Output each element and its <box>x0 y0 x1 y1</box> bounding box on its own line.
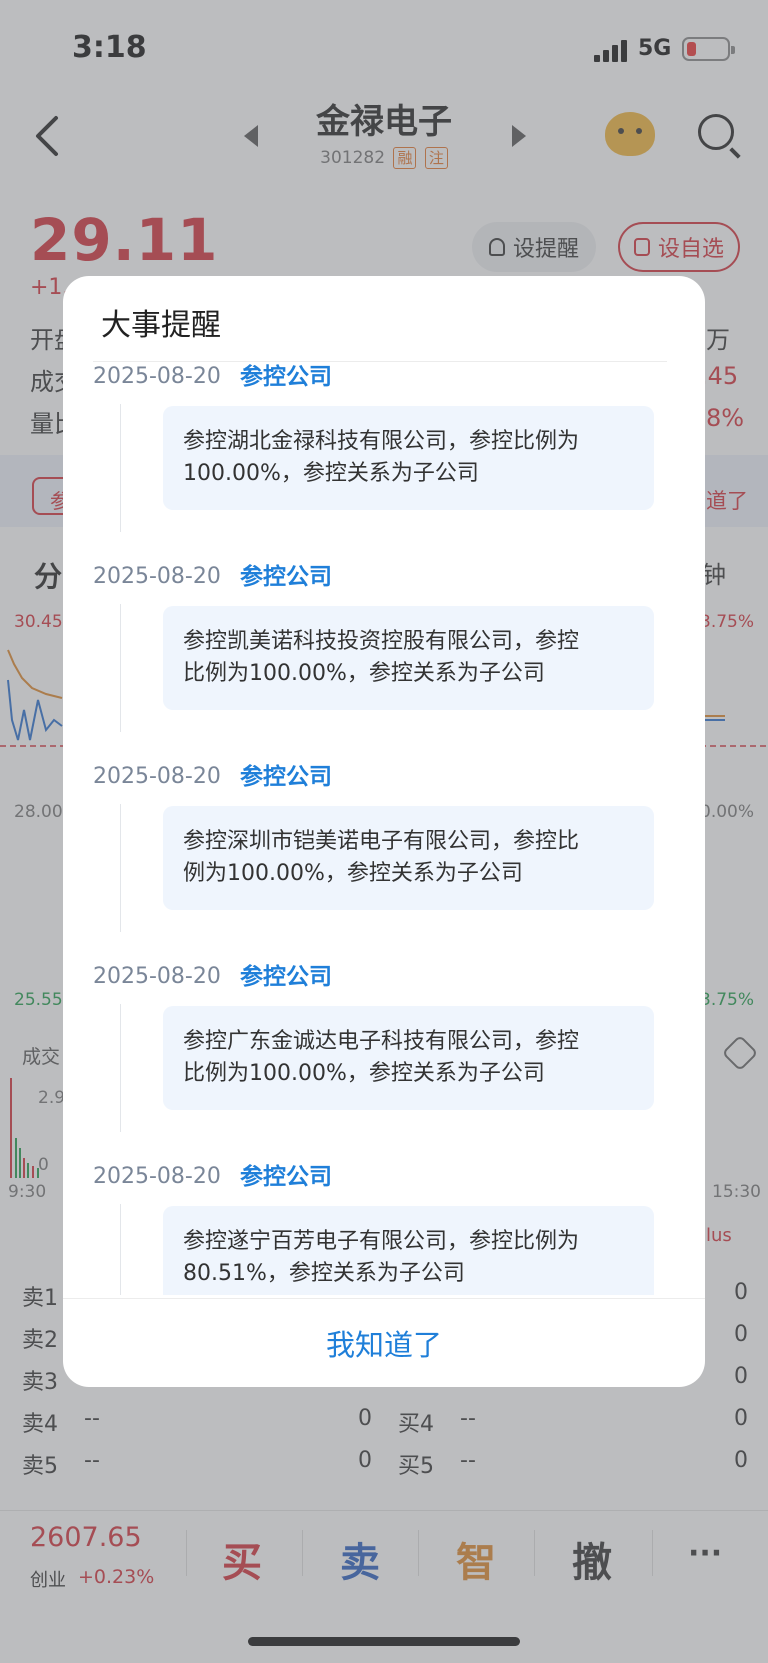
event-type: 参控公司 <box>240 1164 332 1190</box>
event-card: 参控广东金诚达电子科技有限公司，参控 比例为100.00%，参控关系为子公司 <box>163 1006 654 1110</box>
event-card: 参控深圳市铠美诺电子有限公司，参控比 例为100.00%，参控关系为子公司 <box>163 806 654 910</box>
event-card: 参控湖北金禄科技有限公司，参控比例为 100.00%，参控关系为子公司 <box>163 406 654 510</box>
dismiss-button[interactable]: 我知道了 <box>63 1299 705 1387</box>
event-type: 参控公司 <box>240 964 332 990</box>
event-list[interactable]: 2025-08-20 参控公司 参控湖北金禄科技有限公司，参控比例为 100.0… <box>63 362 705 1295</box>
timeline-line <box>120 604 121 732</box>
event-card: 参控遂宁百芳电子有限公司，参控比例为 80.51%，参控关系为子公司 <box>163 1206 654 1295</box>
timeline-line <box>120 804 121 932</box>
event-item: 2025-08-20 参控公司 参控深圳市铠美诺电子有限公司，参控比 例为100… <box>63 762 705 962</box>
event-date: 2025-08-20 <box>93 364 221 389</box>
timeline-line <box>120 404 121 532</box>
event-text-line-1: 参控凯美诺科技投资控股有限公司，参控 <box>183 629 580 654</box>
event-item: 2025-08-20 参控公司 参控湖北金禄科技有限公司，参控比例为 100.0… <box>63 362 705 562</box>
major-events-dialog: 大事提醒 2025-08-20 参控公司 参控湖北金禄科技有限公司，参控比例为 … <box>63 276 705 1387</box>
timeline-line <box>120 1004 121 1132</box>
event-item: 2025-08-20 参控公司 参控广东金诚达电子科技有限公司，参控 比例为10… <box>63 962 705 1162</box>
event-date: 2025-08-20 <box>93 1164 221 1189</box>
event-date: 2025-08-20 <box>93 764 221 789</box>
event-item: 2025-08-20 参控公司 参控凯美诺科技投资控股有限公司，参控 比例为10… <box>63 562 705 762</box>
dialog-title: 大事提醒 <box>101 308 221 343</box>
event-text-line-1: 参控湖北金禄科技有限公司，参控比例为 <box>183 429 580 454</box>
event-text-line-2: 比例为100.00%，参控关系为子公司 <box>183 1061 545 1086</box>
event-date: 2025-08-20 <box>93 564 221 589</box>
event-type: 参控公司 <box>240 564 332 590</box>
event-text-line-2: 例为100.00%，参控关系为子公司 <box>183 861 523 886</box>
event-text-line-2: 100.00%，参控关系为子公司 <box>183 461 479 486</box>
event-text-line-2: 80.51%，参控关系为子公司 <box>183 1261 465 1286</box>
event-item: 2025-08-20 参控公司 参控遂宁百芳电子有限公司，参控比例为 80.51… <box>63 1162 705 1295</box>
event-text-line-1: 参控广东金诚达电子科技有限公司，参控 <box>183 1029 580 1054</box>
event-card: 参控凯美诺科技投资控股有限公司，参控 比例为100.00%，参控关系为子公司 <box>163 606 654 710</box>
event-text-line-1: 参控深圳市铠美诺电子有限公司，参控比 <box>183 829 580 854</box>
event-type: 参控公司 <box>240 364 332 390</box>
event-text-line-1: 参控遂宁百芳电子有限公司，参控比例为 <box>183 1229 580 1254</box>
timeline-line <box>120 1204 121 1295</box>
event-text-line-2: 比例为100.00%，参控关系为子公司 <box>183 661 545 686</box>
event-type: 参控公司 <box>240 764 332 790</box>
event-date: 2025-08-20 <box>93 964 221 989</box>
